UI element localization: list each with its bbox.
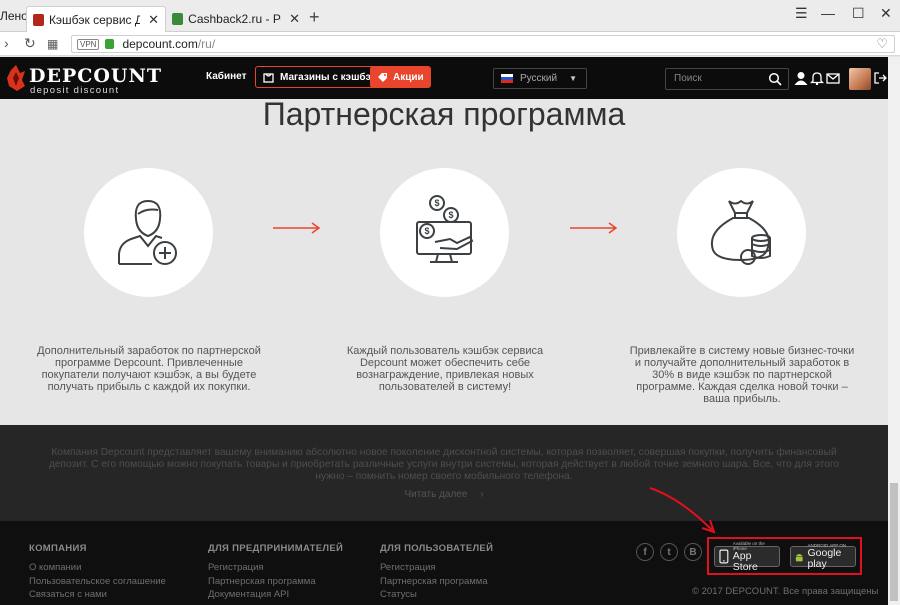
twitter-icon[interactable]: t <box>660 543 678 561</box>
page-scrollbar[interactable] <box>888 57 900 605</box>
logo-subtitle: deposit discount <box>30 85 120 96</box>
language-value: Русский <box>520 73 558 84</box>
svg-text:$: $ <box>434 198 439 208</box>
nav-promo-button[interactable]: Акции <box>370 66 431 88</box>
speed-dial-icon[interactable]: ▦ <box>47 37 58 51</box>
footer-title-company: КОМПАНИЯ <box>29 543 87 554</box>
footer-link-statuses[interactable]: Статусы <box>380 589 417 600</box>
depcount-logo-icon[interactable] <box>6 64 26 92</box>
arrow-right-icon <box>273 222 321 234</box>
search-input[interactable]: Поиск <box>665 68 789 90</box>
tab-cashback2[interactable]: Cashback2.ru - Рейтинг л ✕ <box>166 6 306 32</box>
app-store-small-label: Available on the iPhone <box>732 540 765 551</box>
lock-icon[interactable] <box>105 39 115 49</box>
footer-link-user-register[interactable]: Регистрация <box>380 562 436 573</box>
footer-link-contact[interactable]: Связаться с нами <box>29 589 107 600</box>
svg-text:$: $ <box>424 226 429 236</box>
nav-shops-button[interactable]: Магазины с кэшбэк <box>255 66 384 88</box>
app-store-button[interactable]: Available on the iPhone App Store <box>714 541 780 572</box>
footer-link-about[interactable]: О компании <box>29 562 81 573</box>
chevron-right-icon: › <box>480 489 484 500</box>
nav-cabinet[interactable]: Кабинет <box>206 71 246 82</box>
user-add-icon <box>118 199 177 265</box>
copyright: © 2017 DEPCOUNT. Все права защищены <box>692 586 879 597</box>
reload-icon[interactable]: ↻ <box>24 35 36 52</box>
chevron-down-icon: ▼ <box>569 74 577 83</box>
arrow-right-icon <box>570 222 618 234</box>
footer-title-users: ДЛЯ ПОЛЬЗОВАТЕЛЕЙ <box>380 543 494 554</box>
nav-shops-label: Магазины с кэшбэк <box>280 71 376 83</box>
step-circle-1 <box>84 168 213 297</box>
nav-promo-label: Акции <box>393 71 424 83</box>
read-more-label: Читать далее <box>404 489 468 500</box>
google-play-label: Google play <box>807 547 842 570</box>
search-placeholder: Поиск <box>674 73 702 84</box>
step-circle-2: $ $ $ <box>380 168 509 297</box>
android-icon <box>795 553 803 561</box>
avatar[interactable] <box>849 68 871 90</box>
bookmark-heart-icon[interactable]: ♡ <box>876 36 888 52</box>
google-play-button[interactable]: ANDROID APP ON Google play <box>790 543 856 570</box>
minimize-icon[interactable]: — <box>821 5 835 21</box>
url-path: /ru/ <box>197 37 216 51</box>
app-store-label: App Store <box>732 549 758 573</box>
bell-icon[interactable] <box>810 71 824 85</box>
about-section: Компания Depcount представляет вашему вн… <box>0 425 888 521</box>
main-content: Партнерская программа $ $ $ Дополнительн… <box>0 96 888 425</box>
tab-title: Cashback2.ru - Рейтинг л <box>188 12 281 26</box>
close-tab-icon[interactable]: ✕ <box>289 11 300 27</box>
close-tab-icon[interactable]: ✕ <box>148 12 159 28</box>
app-links-highlight: Available on the iPhone App Store ANDROI… <box>707 537 862 575</box>
depcount-favicon-icon <box>33 13 44 26</box>
url-host: depcount.com <box>122 37 198 51</box>
address-bar: › ↻ ▦ VPN depcount.com/ru/ ♡ <box>0 32 900 56</box>
search-icon[interactable] <box>768 72 782 86</box>
read-more-link[interactable]: Читать далее › <box>0 489 888 500</box>
logout-icon[interactable] <box>873 71 887 85</box>
language-select[interactable]: Русский ▼ <box>493 68 587 89</box>
step-circle-3 <box>677 168 806 297</box>
new-tab-button[interactable]: + <box>309 7 320 28</box>
scrollbar-thumb[interactable] <box>890 483 898 601</box>
close-window-icon[interactable]: ✕ <box>880 5 892 22</box>
tab-menu-icon[interactable]: ☰ <box>795 5 808 22</box>
facebook-icon[interactable]: f <box>636 543 654 561</box>
browser-tab-bar: Лено Кэшбэк сервис Дэпкаунт ✕ Cashback2.… <box>0 0 900 32</box>
svg-text:$: $ <box>448 210 453 220</box>
footer-link-business-register[interactable]: Регистрация <box>208 562 264 573</box>
footer-link-api-docs[interactable]: Документация API <box>208 589 289 600</box>
tab-title: Кэшбэк сервис Дэпкаунт <box>48 12 141 27</box>
tab-partial-label[interactable]: Лено <box>0 9 28 23</box>
step-text-1: Дополнительный заработок по партнерской … <box>37 345 261 393</box>
iphone-icon <box>719 549 729 564</box>
page-title: Партнерская программа <box>262 96 626 132</box>
vk-icon[interactable]: В <box>684 543 702 561</box>
mail-icon[interactable] <box>826 71 840 85</box>
footer-link-business-partner[interactable]: Партнерская программа <box>208 576 316 587</box>
cashback2-favicon-icon <box>172 13 184 25</box>
annotation-arrow-icon <box>649 487 716 534</box>
tab-depcount[interactable]: Кэшбэк сервис Дэпкаунт ✕ <box>26 6 166 32</box>
site-footer: КОМПАНИЯ О компании Пользовательское сог… <box>0 521 888 605</box>
logo-title[interactable]: DEPCOUNT <box>29 65 162 87</box>
footer-title-business: ДЛЯ ПРЕДПРИНИМАТЕЛЕЙ <box>208 543 344 554</box>
forward-icon[interactable]: › <box>4 35 9 51</box>
russia-flag-icon <box>501 74 513 83</box>
url-field[interactable]: VPN depcount.com/ru/ ♡ <box>71 35 895 53</box>
footer-link-terms[interactable]: Пользовательское соглашение <box>29 576 166 587</box>
footer-link-user-partner[interactable]: Партнерская программа <box>380 576 488 587</box>
money-bag-icon <box>711 199 771 265</box>
tag-icon <box>378 72 387 82</box>
money-monitor-icon: $ $ $ <box>416 195 474 263</box>
step-text-3: Привлекайте в систему новые бизнес-точки… <box>629 345 855 405</box>
step-text-2: Каждый пользователь кэшбэк сервиса Depco… <box>346 345 544 393</box>
shop-icon <box>263 72 274 83</box>
user-icon[interactable] <box>794 71 808 85</box>
about-text: Компания Depcount представляет вашему вн… <box>48 447 840 482</box>
vpn-badge[interactable]: VPN <box>77 38 100 50</box>
maximize-icon[interactable]: ☐ <box>852 5 865 22</box>
url-text: depcount.com/ru/ <box>122 37 215 51</box>
site-header: DEPCOUNT deposit discount Кабинет Магази… <box>0 57 888 99</box>
